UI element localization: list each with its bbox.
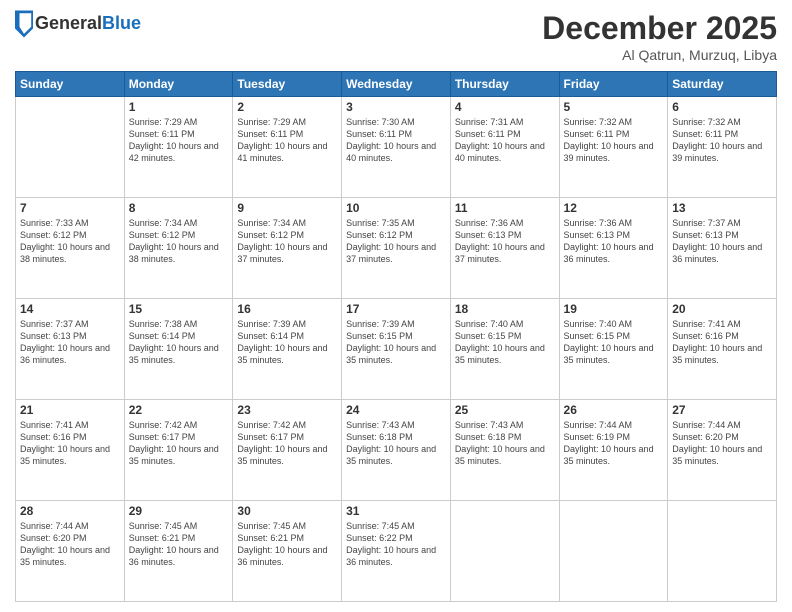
day-15: 15 Sunrise: 7:38 AM Sunset: 6:14 PM Dayl…	[124, 299, 233, 400]
day-19: 19 Sunrise: 7:40 AM Sunset: 6:15 PM Dayl…	[559, 299, 668, 400]
calendar-row-1: 1 Sunrise: 7:29 AM Sunset: 6:11 PM Dayli…	[16, 97, 777, 198]
header-saturday: Saturday	[668, 72, 777, 97]
day-17: 17 Sunrise: 7:39 AM Sunset: 6:15 PM Dayl…	[342, 299, 451, 400]
calendar-row-5: 28 Sunrise: 7:44 AM Sunset: 6:20 PM Dayl…	[16, 501, 777, 602]
day-empty-1	[16, 97, 125, 198]
title-area: December 2025 Al Qatrun, Murzuq, Libya	[542, 10, 777, 63]
day-10: 10 Sunrise: 7:35 AM Sunset: 6:12 PM Dayl…	[342, 198, 451, 299]
month-title: December 2025	[542, 10, 777, 47]
logo-text: GeneralBlue	[35, 14, 141, 34]
day-31: 31 Sunrise: 7:45 AM Sunset: 6:22 PM Dayl…	[342, 501, 451, 602]
page: GeneralBlue December 2025 Al Qatrun, Mur…	[0, 0, 792, 612]
day-25: 25 Sunrise: 7:43 AM Sunset: 6:18 PM Dayl…	[450, 400, 559, 501]
day-14: 14 Sunrise: 7:37 AM Sunset: 6:13 PM Dayl…	[16, 299, 125, 400]
day-3: 3 Sunrise: 7:30 AM Sunset: 6:11 PM Dayli…	[342, 97, 451, 198]
day-6: 6 Sunrise: 7:32 AM Sunset: 6:11 PM Dayli…	[668, 97, 777, 198]
day-1: 1 Sunrise: 7:29 AM Sunset: 6:11 PM Dayli…	[124, 97, 233, 198]
header-friday: Friday	[559, 72, 668, 97]
day-22: 22 Sunrise: 7:42 AM Sunset: 6:17 PM Dayl…	[124, 400, 233, 501]
header-tuesday: Tuesday	[233, 72, 342, 97]
day-18: 18 Sunrise: 7:40 AM Sunset: 6:15 PM Dayl…	[450, 299, 559, 400]
day-24: 24 Sunrise: 7:43 AM Sunset: 6:18 PM Dayl…	[342, 400, 451, 501]
day-21: 21 Sunrise: 7:41 AM Sunset: 6:16 PM Dayl…	[16, 400, 125, 501]
day-16: 16 Sunrise: 7:39 AM Sunset: 6:14 PM Dayl…	[233, 299, 342, 400]
day-5: 5 Sunrise: 7:32 AM Sunset: 6:11 PM Dayli…	[559, 97, 668, 198]
calendar: Sunday Monday Tuesday Wednesday Thursday…	[15, 71, 777, 602]
day-30: 30 Sunrise: 7:45 AM Sunset: 6:21 PM Dayl…	[233, 501, 342, 602]
header-thursday: Thursday	[450, 72, 559, 97]
day-9: 9 Sunrise: 7:34 AM Sunset: 6:12 PM Dayli…	[233, 198, 342, 299]
header-sunday: Sunday	[16, 72, 125, 97]
header: GeneralBlue December 2025 Al Qatrun, Mur…	[15, 10, 777, 63]
day-empty-4	[668, 501, 777, 602]
calendar-row-4: 21 Sunrise: 7:41 AM Sunset: 6:16 PM Dayl…	[16, 400, 777, 501]
logo-area: GeneralBlue	[15, 10, 141, 38]
day-11: 11 Sunrise: 7:36 AM Sunset: 6:13 PM Dayl…	[450, 198, 559, 299]
day-20: 20 Sunrise: 7:41 AM Sunset: 6:16 PM Dayl…	[668, 299, 777, 400]
day-26: 26 Sunrise: 7:44 AM Sunset: 6:19 PM Dayl…	[559, 400, 668, 501]
day-4: 4 Sunrise: 7:31 AM Sunset: 6:11 PM Dayli…	[450, 97, 559, 198]
calendar-row-3: 14 Sunrise: 7:37 AM Sunset: 6:13 PM Dayl…	[16, 299, 777, 400]
day-2: 2 Sunrise: 7:29 AM Sunset: 6:11 PM Dayli…	[233, 97, 342, 198]
day-empty-2	[450, 501, 559, 602]
weekday-header-row: Sunday Monday Tuesday Wednesday Thursday…	[16, 72, 777, 97]
day-28: 28 Sunrise: 7:44 AM Sunset: 6:20 PM Dayl…	[16, 501, 125, 602]
header-monday: Monday	[124, 72, 233, 97]
day-23: 23 Sunrise: 7:42 AM Sunset: 6:17 PM Dayl…	[233, 400, 342, 501]
location: Al Qatrun, Murzuq, Libya	[542, 47, 777, 63]
logo-icon	[15, 10, 33, 38]
day-13: 13 Sunrise: 7:37 AM Sunset: 6:13 PM Dayl…	[668, 198, 777, 299]
header-wednesday: Wednesday	[342, 72, 451, 97]
day-7: 7 Sunrise: 7:33 AM Sunset: 6:12 PM Dayli…	[16, 198, 125, 299]
day-8: 8 Sunrise: 7:34 AM Sunset: 6:12 PM Dayli…	[124, 198, 233, 299]
calendar-row-2: 7 Sunrise: 7:33 AM Sunset: 6:12 PM Dayli…	[16, 198, 777, 299]
day-empty-3	[559, 501, 668, 602]
day-12: 12 Sunrise: 7:36 AM Sunset: 6:13 PM Dayl…	[559, 198, 668, 299]
day-29: 29 Sunrise: 7:45 AM Sunset: 6:21 PM Dayl…	[124, 501, 233, 602]
day-27: 27 Sunrise: 7:44 AM Sunset: 6:20 PM Dayl…	[668, 400, 777, 501]
